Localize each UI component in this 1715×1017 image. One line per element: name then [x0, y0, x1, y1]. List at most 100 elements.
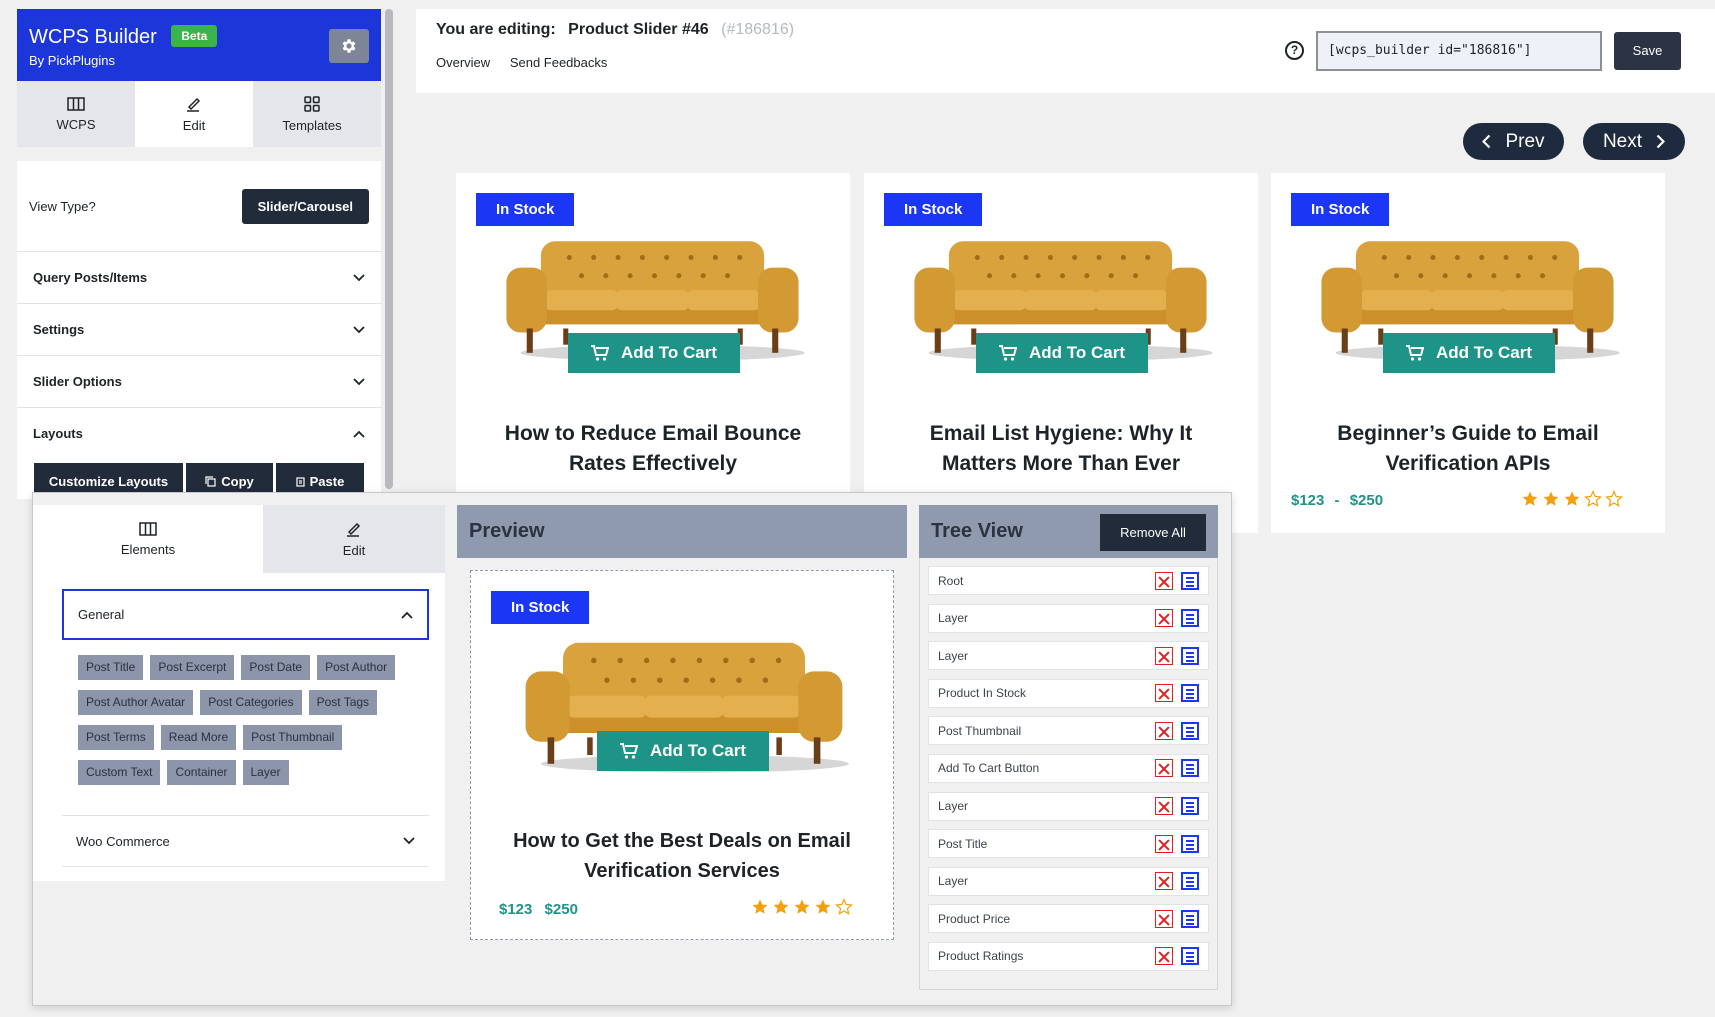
element-chip[interactable]: Custom Text — [78, 760, 161, 785]
add-to-cart-button[interactable]: Add To Cart — [976, 333, 1148, 373]
post-title[interactable]: How to Reduce Email Bounce Rates Effecti… — [456, 419, 850, 479]
edit-document-icon[interactable] — [1181, 609, 1199, 628]
editing-id: (#186816) — [721, 21, 795, 38]
accordion-settings[interactable]: Settings — [17, 303, 381, 355]
editing-bar: You are editing: Product Slider #46 (#18… — [416, 9, 1715, 93]
element-chip[interactable]: Post Thumbnail — [243, 725, 343, 750]
tree-item[interactable]: Post Thumbnail — [928, 716, 1209, 746]
tree-item[interactable]: Product Price — [928, 904, 1209, 934]
element-chip[interactable]: Post Excerpt — [150, 655, 235, 680]
star-empty-icon — [1584, 490, 1602, 508]
delete-icon[interactable] — [1155, 721, 1173, 740]
post-title[interactable]: Email List Hygiene: Why It Matters More … — [864, 419, 1258, 479]
delete-icon[interactable] — [1155, 609, 1173, 628]
tree-item-label: Product In Stock — [938, 686, 1027, 701]
post-title[interactable]: Beginner’s Guide to Email Verification A… — [1271, 419, 1665, 479]
tree-item[interactable]: Layer — [928, 866, 1209, 896]
element-chip[interactable]: Post Author Avatar — [78, 690, 194, 715]
save-button[interactable]: Save — [1614, 32, 1681, 70]
edit-document-icon[interactable] — [1181, 571, 1199, 590]
element-chip[interactable]: Post Author — [317, 655, 396, 680]
remove-all-button[interactable]: Remove All — [1100, 514, 1206, 551]
element-chip[interactable]: Layer — [242, 760, 289, 785]
tree-item[interactable]: Layer — [928, 641, 1209, 671]
delete-icon[interactable] — [1155, 797, 1173, 816]
product-price: $123 - $250 — [1291, 492, 1384, 509]
element-chip[interactable]: Read More — [160, 725, 237, 750]
element-chip[interactable]: Container — [167, 760, 236, 785]
post-title[interactable]: How to Get the Best Deals on Email Verif… — [471, 826, 893, 886]
element-chip[interactable]: Post Tags — [308, 690, 378, 715]
edit-document-icon[interactable] — [1181, 909, 1199, 928]
accordion-layouts[interactable]: Layouts — [17, 407, 381, 459]
help-icon[interactable]: ? — [1285, 41, 1304, 60]
tree-item-label: Layer — [938, 611, 969, 626]
copy-icon — [205, 475, 216, 487]
star-filled-icon — [1542, 490, 1560, 508]
edit-document-icon[interactable] — [1181, 872, 1199, 891]
chevron-up-icon — [401, 611, 413, 619]
add-to-cart-button[interactable]: Add To Cart — [597, 731, 769, 771]
edit-document-icon[interactable] — [1181, 684, 1199, 703]
tree-item[interactable]: Layer — [928, 603, 1209, 633]
overview-link[interactable]: Overview — [436, 55, 490, 70]
delete-icon[interactable] — [1155, 909, 1173, 928]
delete-icon[interactable] — [1155, 646, 1173, 665]
product-card: In Stock Add To Cart Beginner’s Guide to… — [1271, 173, 1665, 533]
tree-item-label: Product Ratings — [938, 949, 1024, 964]
tree-item[interactable]: Post Title — [928, 829, 1209, 859]
tree-item[interactable]: Add To Cart Button — [928, 753, 1209, 783]
edit-document-icon[interactable] — [1181, 646, 1199, 665]
star-filled-icon — [772, 898, 790, 916]
tree-view-heading: Tree View Remove All — [919, 505, 1218, 558]
delete-icon[interactable] — [1155, 872, 1173, 891]
chevron-down-icon — [353, 325, 365, 333]
top-links: Overview Send Feedbacks — [436, 55, 623, 70]
accordion-general[interactable]: General — [62, 589, 429, 640]
add-to-cart-button[interactable]: Add To Cart — [568, 333, 740, 373]
tab-wcps[interactable]: WCPS — [17, 81, 135, 147]
edit-document-icon[interactable] — [1181, 947, 1199, 966]
paste-icon — [296, 476, 305, 487]
edit-document-icon[interactable] — [1181, 721, 1199, 740]
add-to-cart-button[interactable]: Add To Cart — [1383, 333, 1555, 373]
prev-button[interactable]: Prev — [1463, 123, 1564, 160]
next-button[interactable]: Next — [1583, 123, 1685, 160]
in-stock-badge: In Stock — [476, 193, 575, 226]
view-type-button[interactable]: Slider/Carousel — [241, 188, 369, 224]
element-chip[interactable]: Post Terms — [78, 725, 154, 750]
tree-item[interactable]: Product Ratings — [928, 941, 1209, 971]
star-empty-icon — [1605, 490, 1623, 508]
delete-icon[interactable] — [1155, 571, 1173, 590]
accordion-woo-commerce[interactable]: Woo Commerce — [62, 815, 429, 867]
element-chip[interactable]: Post Categories — [200, 690, 302, 715]
sidebar-scrollbar[interactable] — [385, 9, 393, 489]
tree-item[interactable]: Product In Stock — [928, 678, 1209, 708]
edit-document-icon[interactable] — [1181, 759, 1199, 778]
element-chip[interactable]: Post Title — [78, 655, 144, 680]
accordion-slider-options[interactable]: Slider Options — [17, 355, 381, 407]
tree-item[interactable]: Root — [928, 566, 1209, 595]
tab-edit[interactable]: Edit — [135, 81, 253, 147]
settings-button[interactable] — [329, 29, 369, 63]
chevron-down-icon — [403, 837, 415, 845]
element-chip[interactable]: Post Date — [241, 655, 311, 680]
chevron-right-icon — [1656, 134, 1666, 149]
delete-icon[interactable] — [1155, 947, 1173, 966]
tab-edit-element[interactable]: Edit — [263, 505, 445, 573]
send-feedbacks-link[interactable]: Send Feedbacks — [510, 55, 608, 70]
tab-elements[interactable]: Elements — [33, 505, 263, 573]
delete-icon[interactable] — [1155, 759, 1173, 778]
edit-document-icon[interactable] — [1181, 797, 1199, 816]
in-stock-badge: In Stock — [491, 591, 590, 624]
tab-templates-label: Templates — [282, 117, 342, 133]
tab-templates[interactable]: Templates — [253, 81, 371, 147]
in-stock-badge: In Stock — [1291, 193, 1390, 226]
tree-view-list: Root Layer Layer Product In Stock Post Thumb… — [919, 558, 1218, 990]
edit-document-icon[interactable] — [1181, 834, 1199, 853]
delete-icon[interactable] — [1155, 834, 1173, 853]
delete-icon[interactable] — [1155, 684, 1173, 703]
shortcode-field[interactable]: [wcps_builder id="186816"] — [1316, 31, 1602, 71]
accordion-query-posts[interactable]: Query Posts/Items — [17, 251, 381, 303]
tree-item[interactable]: Layer — [928, 791, 1209, 821]
